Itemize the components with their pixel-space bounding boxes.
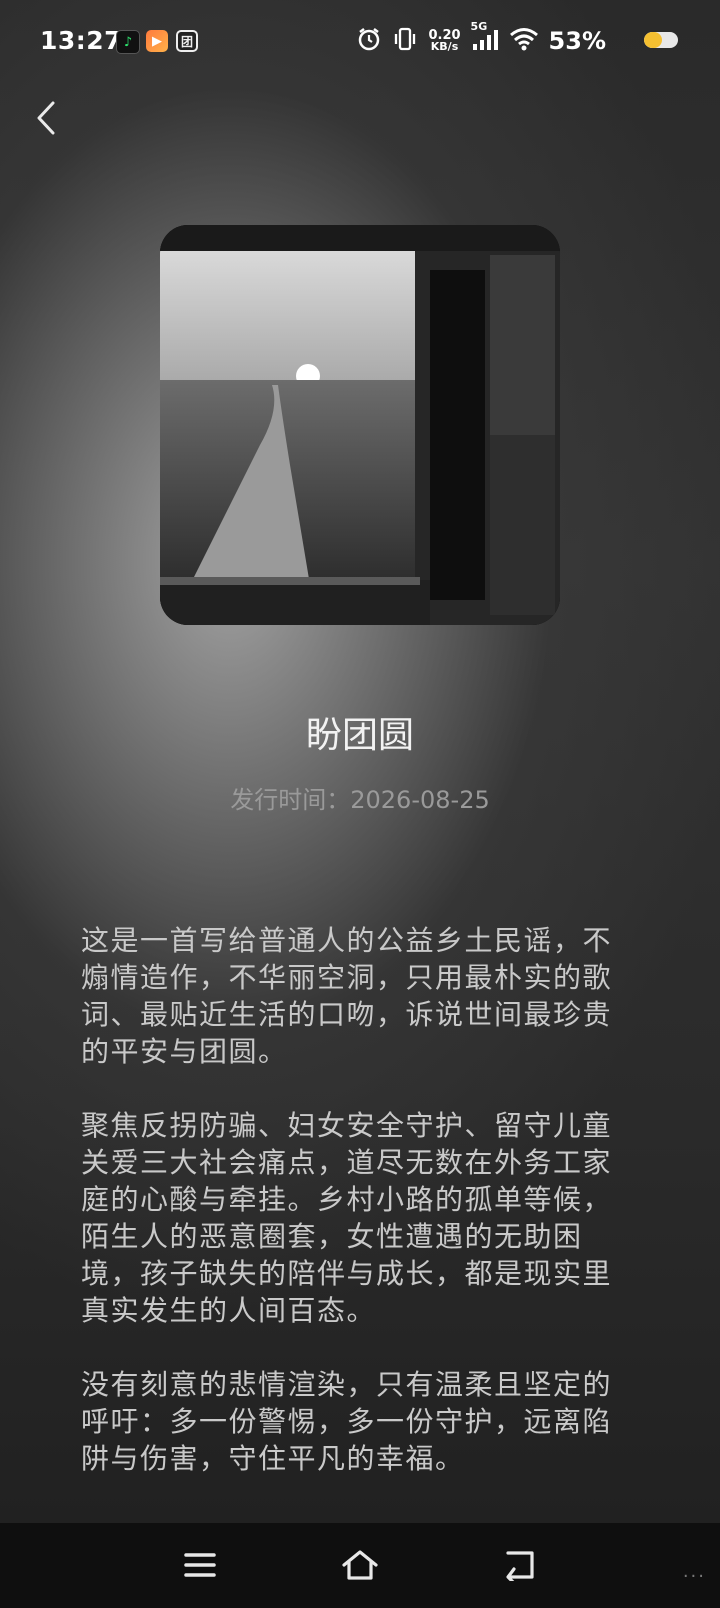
home-icon	[342, 1550, 378, 1580]
navigation-bar	[0, 1523, 720, 1608]
battery-fill	[644, 32, 663, 48]
back-nav-icon	[506, 1551, 534, 1581]
song-description: 这是一首写给普通人的公益乡土民谣，不煽情造作，不华丽空洞，只用最朴实的歌词、最贴…	[81, 922, 641, 1514]
network-speed-unit: KB/s	[430, 40, 459, 53]
music-app-icon: ♪	[116, 30, 140, 54]
menu-button[interactable]	[170, 1537, 230, 1593]
status-right-group: 0.20 KB/s 5G 53%	[356, 20, 660, 56]
song-title: 盼团圆	[305, 715, 414, 756]
wifi-icon	[509, 26, 539, 56]
release-label: 发行时间：	[230, 786, 351, 814]
status-bar: 13:27 ♪ ▶ 团 0.20 KB/s 5G 53%	[0, 0, 720, 84]
menu-icon	[184, 1553, 216, 1577]
video-app-icon: ▶	[146, 30, 168, 52]
description-paragraph: 聚焦反拐防骗、妇女安全守护、留守儿童关爱三大社会痛点，道尽无数在外务工家庭的心酸…	[81, 1109, 613, 1327]
description-paragraph: 这是一首写给普通人的公益乡土民谣，不煽情造作，不华丽空洞，只用最朴实的歌词、最贴…	[81, 924, 613, 1068]
network-speed: 0.20 KB/s	[428, 29, 460, 53]
release-date: 发行时间：2026-08-25	[0, 780, 720, 815]
release-date-value: 2026-08-25	[350, 786, 490, 814]
watermark: ···	[682, 1566, 706, 1587]
back-button[interactable]	[26, 96, 66, 140]
status-time: 13:27	[40, 26, 123, 55]
tuan-app-icon: 团	[176, 30, 198, 52]
home-button[interactable]	[330, 1537, 390, 1593]
battery-icon	[644, 32, 678, 48]
battery-percent: 53%	[548, 27, 606, 55]
chevron-left-icon	[37, 101, 55, 135]
vibrate-icon	[392, 26, 418, 56]
description-paragraph: 没有刻意的悲情渲染，只有温柔且坚定的呼吁：多一份警惕，多一份守护，远离陷阱与伤害…	[81, 1368, 613, 1475]
signal-icon: 5G	[471, 20, 499, 56]
alarm-icon	[356, 26, 382, 56]
network-type: 5G	[470, 20, 488, 33]
back-nav-button[interactable]	[490, 1537, 550, 1593]
album-cover	[160, 225, 560, 625]
